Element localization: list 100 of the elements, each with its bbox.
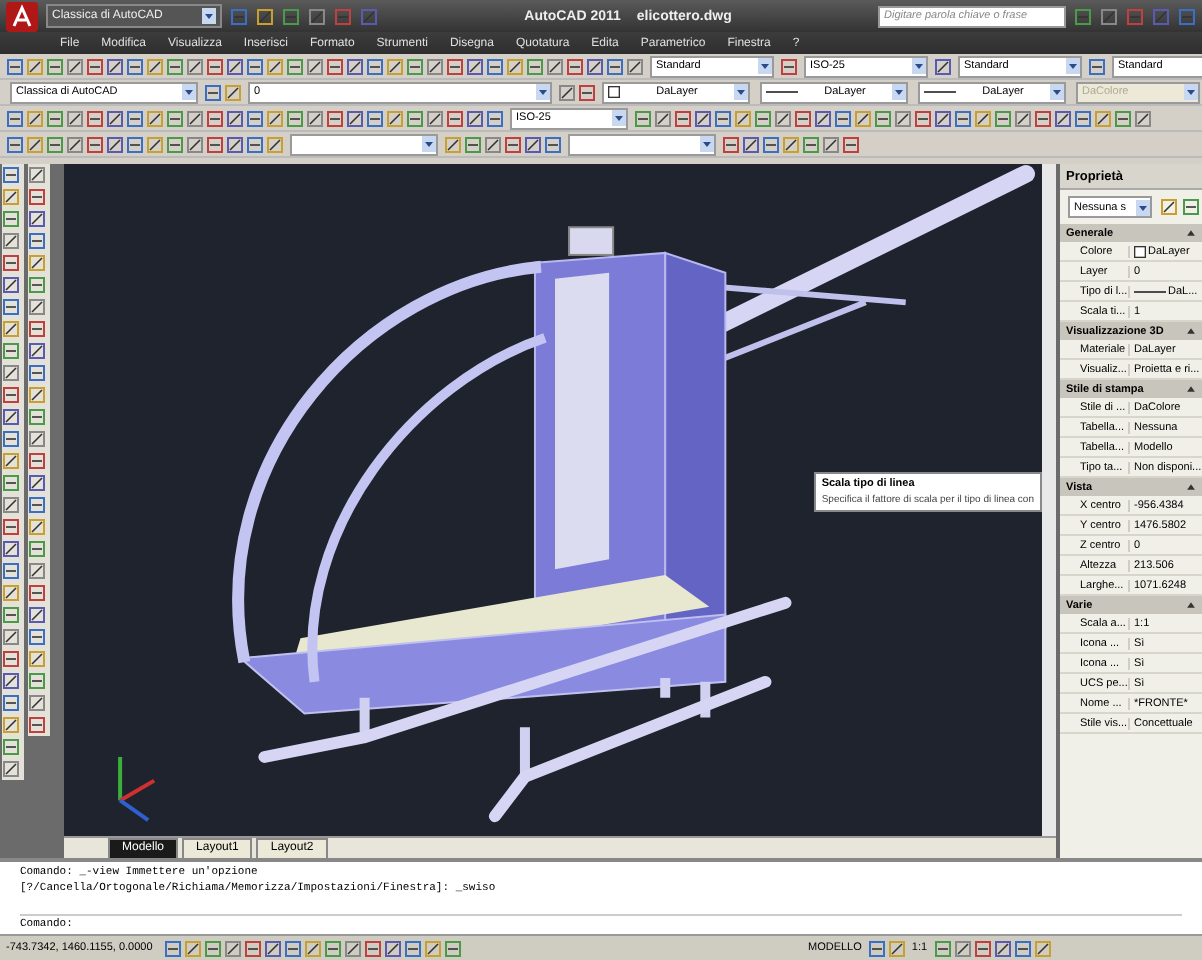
tool-icon[interactable] [2,672,20,690]
tool-icon[interactable] [264,939,282,957]
tool-icon[interactable] [914,109,932,127]
tool-icon[interactable] [66,135,84,153]
tool-icon[interactable] [226,109,244,127]
vertical-scrollbar[interactable] [1042,164,1056,836]
tool-icon[interactable] [26,135,44,153]
tool-icon[interactable] [28,584,46,602]
tool-icon[interactable] [444,135,462,153]
tool-icon[interactable] [2,694,20,712]
tool-icon[interactable] [186,109,204,127]
tool-icon[interactable] [126,57,144,75]
tool-icon[interactable] [2,452,20,470]
tool-icon[interactable] [546,57,564,75]
tool-icon[interactable] [2,430,20,448]
tool-icon[interactable] [28,320,46,338]
tool-icon[interactable] [933,939,952,957]
style-icon[interactable] [1088,57,1106,75]
tool-icon[interactable] [206,135,224,153]
tool-icon[interactable] [504,135,522,153]
tool-icon[interactable] [2,188,20,206]
tool-icon[interactable] [2,606,20,624]
tool-icon[interactable] [2,650,20,668]
tool-icon[interactable] [28,276,46,294]
tool-icon[interactable] [256,7,274,25]
tool-icon[interactable] [1094,109,1112,127]
tool-icon[interactable] [954,109,972,127]
tool-icon[interactable] [486,109,504,127]
tool-icon[interactable] [246,57,264,75]
tool-icon[interactable] [306,109,324,127]
tool-icon[interactable] [822,135,840,153]
tool-icon[interactable] [226,57,244,75]
tool-icon[interactable] [446,57,464,75]
tool-icon[interactable] [466,57,484,75]
tool-icon[interactable] [464,135,482,153]
tool-icon[interactable] [246,109,264,127]
tool-icon[interactable] [226,135,244,153]
tool-icon[interactable] [224,939,242,957]
tool-icon[interactable] [324,939,342,957]
tool-icon[interactable] [2,166,20,184]
tool-icon[interactable] [674,109,692,127]
tool-icon[interactable] [578,83,596,101]
tool-icon[interactable] [1182,198,1200,216]
tool-icon[interactable] [26,57,44,75]
tool-icon[interactable] [66,57,84,75]
tool-icon[interactable] [266,57,284,75]
tool-icon[interactable] [887,939,906,957]
tool-icon[interactable] [994,109,1012,127]
tool-icon[interactable] [2,364,20,382]
tool-icon[interactable] [28,386,46,404]
tool-icon[interactable] [86,109,104,127]
tool-icon[interactable] [714,109,732,127]
tool-icon[interactable] [1114,109,1132,127]
tool-icon[interactable] [146,135,164,153]
tool-icon[interactable] [2,496,20,514]
style-icon[interactable] [780,57,798,75]
tool-icon[interactable] [814,109,832,127]
tool-icon[interactable] [2,276,20,294]
tool-icon[interactable] [694,109,712,127]
tool-icon[interactable] [634,109,652,127]
tool-icon[interactable] [326,109,344,127]
tool-icon[interactable] [26,109,44,127]
tool-icon[interactable] [28,210,46,228]
tool-icon[interactable] [2,408,20,426]
tool-icon[interactable] [526,57,544,75]
tool-icon[interactable] [46,135,64,153]
tool-icon[interactable] [2,386,20,404]
tool-icon[interactable] [2,540,20,558]
tool-icon[interactable] [126,109,144,127]
style-icon[interactable] [934,57,952,75]
tool-icon[interactable] [2,342,20,360]
collapse-icon[interactable] [1186,228,1196,238]
tool-icon[interactable] [2,518,20,536]
tool-icon[interactable] [46,57,64,75]
tool-icon[interactable] [734,109,752,127]
collapse-icon[interactable] [1186,600,1196,610]
tool-icon[interactable] [224,83,242,101]
tool-icon[interactable] [28,232,46,250]
tool-icon[interactable] [266,135,284,153]
tool-icon[interactable] [28,606,46,624]
tool-icon[interactable] [28,430,46,448]
tool-icon[interactable] [164,939,182,957]
tool-icon[interactable] [28,188,46,206]
tool-icon[interactable] [386,109,404,127]
tool-icon[interactable] [754,109,772,127]
tool-icon[interactable] [993,939,1012,957]
tool-icon[interactable] [2,298,20,316]
tool-icon[interactable] [1134,109,1152,127]
tool-icon[interactable] [524,135,542,153]
tool-icon[interactable] [28,518,46,536]
tool-icon[interactable] [1033,939,1052,957]
tool-icon[interactable] [2,254,20,272]
tool-icon[interactable] [346,109,364,127]
tool-icon[interactable] [424,939,442,957]
tool-icon[interactable] [166,135,184,153]
tool-icon[interactable] [366,109,384,127]
tool-icon[interactable] [2,738,20,756]
tool-icon[interactable] [973,939,992,957]
tool-icon[interactable] [2,760,20,778]
tool-icon[interactable] [166,109,184,127]
